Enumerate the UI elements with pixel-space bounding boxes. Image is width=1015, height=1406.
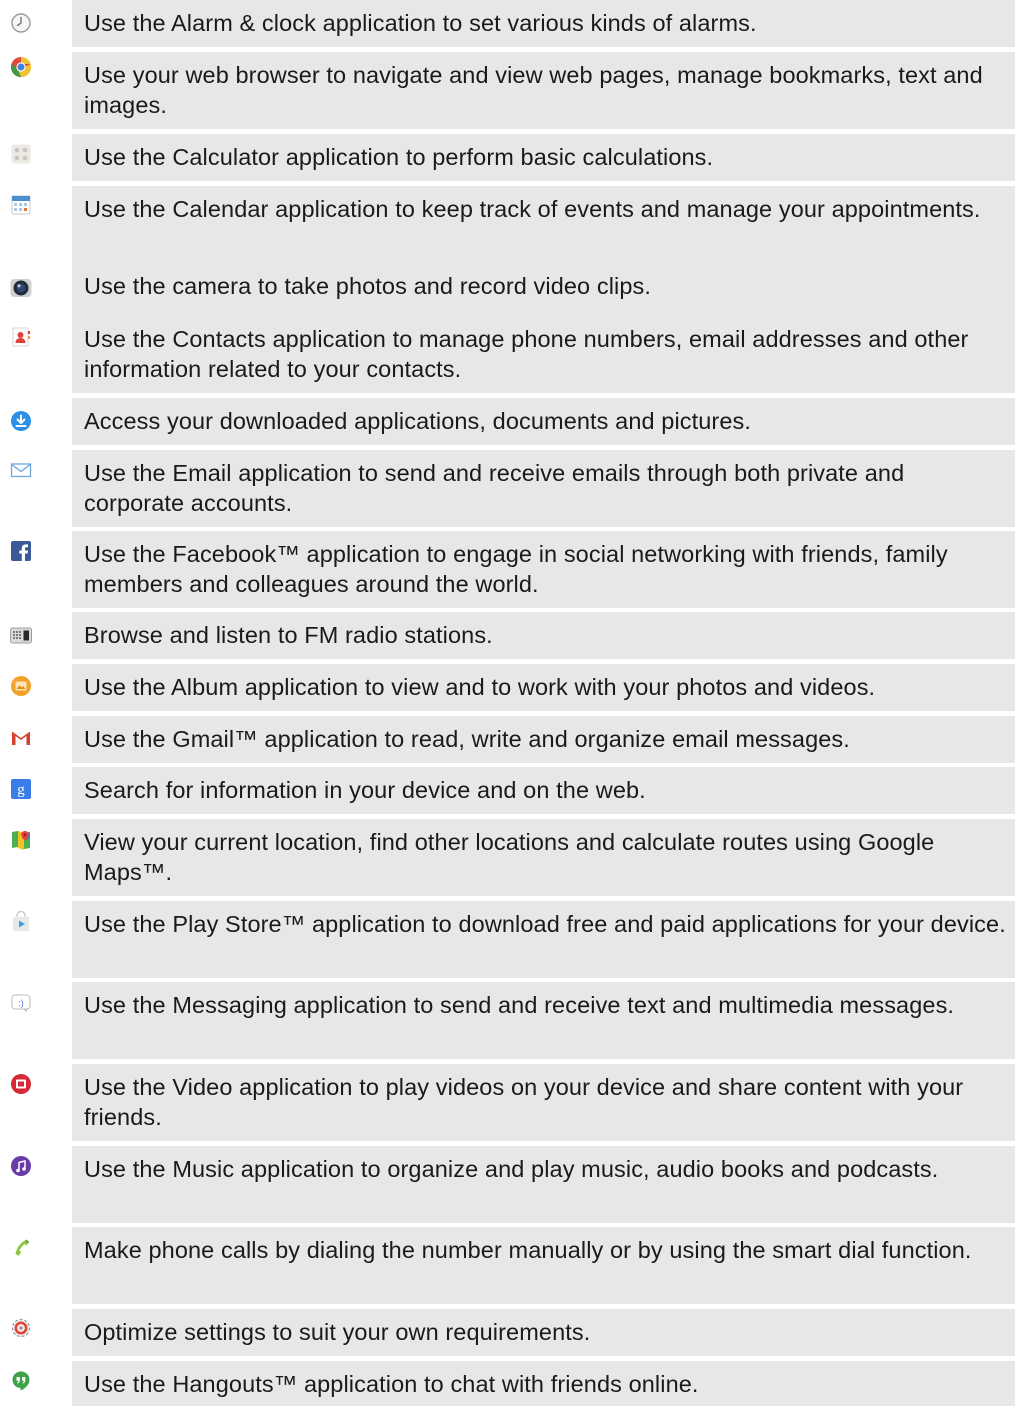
web-browser-icon <box>10 56 32 78</box>
app-description: Search for information in your device an… <box>72 767 1015 814</box>
app-description: Use the camera to take photos and record… <box>72 263 1015 316</box>
google-search-icon: g <box>10 778 32 800</box>
app-description: Use the Album application to view and to… <box>72 664 1015 711</box>
app-description: Use the Calendar application to keep tra… <box>72 186 1015 263</box>
app-description: Use the Facebook™ application to engage … <box>72 531 1015 608</box>
phone-icon <box>10 1237 32 1259</box>
downloads-icon <box>10 410 32 432</box>
hangouts-icon <box>10 1370 32 1392</box>
app-description: Use the Gmail™ application to read, writ… <box>72 716 1015 763</box>
email-icon <box>10 459 32 481</box>
app-description: Browse and listen to FM radio stations. <box>72 612 1015 659</box>
app-description: Use the Hangouts™ application to chat wi… <box>72 1361 1015 1406</box>
app-description: Use the Calculator application to perfor… <box>72 134 1015 181</box>
app-description: Optimize settings to suit your own requi… <box>72 1309 1015 1356</box>
app-description: Use the Alarm & clock application to set… <box>72 0 1015 47</box>
app-description: Make phone calls by dialing the number m… <box>72 1227 1015 1304</box>
settings-icon <box>10 1317 32 1339</box>
alarm-clock-icon <box>10 12 32 34</box>
calculator-icon <box>10 143 32 165</box>
app-description: View your current location, find other l… <box>72 819 1015 896</box>
facebook-icon <box>10 540 32 562</box>
app-description: Use the Video application to play videos… <box>72 1064 1015 1141</box>
video-icon <box>10 1073 32 1095</box>
app-description: Use your web browser to navigate and vie… <box>72 52 1015 129</box>
app-description: Use the Contacts application to manage p… <box>72 316 1015 393</box>
svg-text:g: g <box>17 782 25 798</box>
app-description: Use the Music application to organize an… <box>72 1146 1015 1223</box>
app-description: Use the Play Store™ application to downl… <box>72 901 1015 978</box>
album-icon <box>10 675 32 697</box>
google-maps-icon <box>10 829 32 851</box>
camera-icon <box>10 277 32 299</box>
gmail-icon <box>10 727 32 749</box>
calendar-icon <box>10 194 32 216</box>
svg-text::): :) <box>18 998 24 1008</box>
app-description: Use the Messaging application to send an… <box>72 982 1015 1059</box>
app-description: Access your downloaded applications, doc… <box>72 398 1015 445</box>
app-description: Use the Email application to send and re… <box>72 450 1015 527</box>
contacts-icon <box>10 326 32 348</box>
messaging-icon: :) <box>10 992 32 1014</box>
play-store-icon <box>10 911 32 933</box>
music-icon <box>10 1155 32 1177</box>
fm-radio-icon <box>10 624 32 646</box>
